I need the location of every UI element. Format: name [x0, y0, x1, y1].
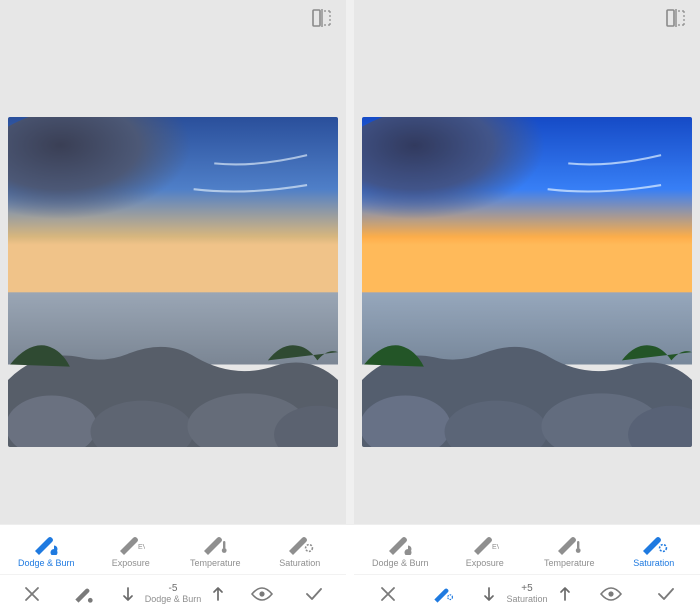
editor-pane-right [354, 0, 700, 524]
tool-temperature[interactable]: Temperature [533, 533, 605, 568]
stepper-readout: -5 Dodge & Burn [145, 584, 202, 604]
tool-saturation[interactable]: Saturation [264, 533, 336, 568]
tool-label: Dodge & Burn [18, 559, 75, 568]
action-row: +5 Saturation [354, 574, 700, 615]
photo-preview [362, 117, 692, 447]
tool-temperature[interactable]: Temperature [179, 533, 251, 568]
decrease-button[interactable] [119, 583, 137, 605]
decrease-button[interactable] [480, 583, 498, 605]
apply-button[interactable] [648, 581, 684, 607]
brush-mode-button[interactable] [425, 581, 461, 607]
action-row: -5 Dodge & Burn [0, 574, 346, 615]
topbar [0, 0, 346, 40]
tool-label: Temperature [544, 559, 595, 568]
stepper-label: Dodge & Burn [145, 595, 202, 604]
stepper-label: Saturation [506, 595, 547, 604]
tool-label: Dodge & Burn [372, 559, 429, 568]
tool-label: Exposure [112, 559, 150, 568]
tool-label: Exposure [466, 559, 504, 568]
photo-preview [8, 117, 338, 447]
value-stepper: -5 Dodge & Burn [119, 583, 228, 605]
toolbars: Dodge & Burn EV Exposure Temperature Sat… [0, 524, 700, 615]
preview-button[interactable] [593, 581, 629, 607]
apply-button[interactable] [296, 581, 332, 607]
canvas[interactable] [354, 40, 700, 524]
flip-compare-icon[interactable] [312, 9, 332, 32]
brush-exposure-icon: EV [471, 533, 499, 555]
brush-saturation-icon [286, 533, 314, 555]
cancel-button[interactable] [370, 581, 406, 607]
stepper-value: -5 [169, 584, 178, 594]
brush-contrast-icon [386, 533, 414, 555]
tool-dodge-burn[interactable]: Dodge & Burn [10, 533, 82, 568]
svg-text:EV: EV [138, 544, 145, 551]
stepper-value: +5 [521, 584, 532, 594]
tool-saturation[interactable]: Saturation [618, 533, 690, 568]
brush-mode-button[interactable] [66, 581, 102, 607]
comparison-panes [0, 0, 700, 524]
brush-tool-row: Dodge & Burn EV Exposure Temperature Sat… [0, 525, 346, 574]
tool-label: Saturation [279, 559, 320, 568]
stepper-readout: +5 Saturation [506, 584, 547, 604]
brush-tool-row: Dodge & Burn EV Exposure Temperature Sat… [354, 525, 700, 574]
flip-compare-icon[interactable] [666, 9, 686, 32]
cancel-button[interactable] [14, 581, 50, 607]
toolbar-left: Dodge & Burn EV Exposure Temperature Sat… [0, 525, 346, 615]
brush-contrast-icon [32, 533, 60, 555]
brush-saturation-icon [640, 533, 668, 555]
brush-exposure-icon: EV [117, 533, 145, 555]
brush-temperature-icon [201, 533, 229, 555]
increase-button[interactable] [556, 583, 574, 605]
editor-pane-left [0, 0, 346, 524]
topbar [354, 0, 700, 40]
svg-text:EV: EV [492, 544, 499, 551]
tool-label: Temperature [190, 559, 241, 568]
canvas[interactable] [0, 40, 346, 524]
tool-exposure[interactable]: EV Exposure [449, 533, 521, 568]
preview-button[interactable] [244, 581, 280, 607]
tool-label: Saturation [633, 559, 674, 568]
brush-temperature-icon [555, 533, 583, 555]
tool-exposure[interactable]: EV Exposure [95, 533, 167, 568]
value-stepper: +5 Saturation [480, 583, 573, 605]
toolbar-right: Dodge & Burn EV Exposure Temperature Sat… [354, 525, 700, 615]
increase-button[interactable] [209, 583, 227, 605]
tool-dodge-burn[interactable]: Dodge & Burn [364, 533, 436, 568]
